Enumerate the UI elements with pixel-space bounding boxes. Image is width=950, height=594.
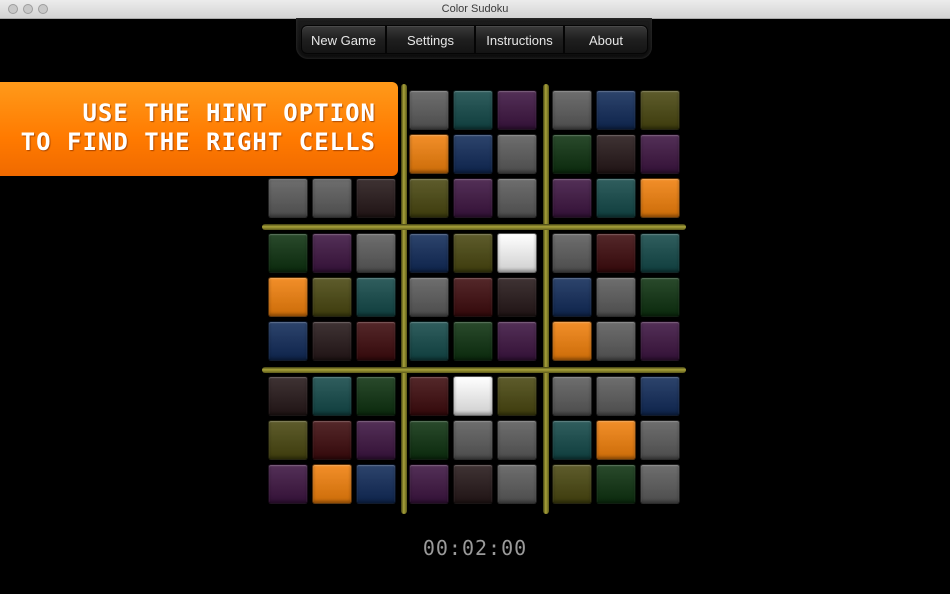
board-cell[interactable]: [497, 90, 537, 130]
board-cell[interactable]: [268, 376, 308, 416]
board-cell[interactable]: [640, 464, 680, 504]
board-cell[interactable]: [409, 90, 449, 130]
board-cell[interactable]: [312, 321, 352, 361]
game-timer: 00:02:00: [422, 536, 528, 560]
board-cell[interactable]: [268, 178, 308, 218]
board-cell[interactable]: [312, 464, 352, 504]
board-cell[interactable]: [453, 134, 493, 174]
board-cell[interactable]: [453, 464, 493, 504]
board-cell[interactable]: [453, 178, 493, 218]
board-cell[interactable]: [497, 233, 537, 273]
board-cell[interactable]: [497, 420, 537, 460]
board-cell[interactable]: [596, 376, 636, 416]
hint-banner: USE THE HINT OPTION TO FIND THE RIGHT CE…: [0, 82, 398, 176]
board-cell[interactable]: [312, 376, 352, 416]
board-cell[interactable]: [596, 277, 636, 317]
board-cell[interactable]: [497, 277, 537, 317]
board-cell[interactable]: [453, 277, 493, 317]
board-cell[interactable]: [552, 178, 592, 218]
bamboo-divider-horizontal: [262, 367, 686, 373]
board-cell[interactable]: [356, 178, 396, 218]
board-cell[interactable]: [268, 277, 308, 317]
board-cell[interactable]: [640, 134, 680, 174]
board-cell[interactable]: [453, 321, 493, 361]
board-cell[interactable]: [596, 464, 636, 504]
board-cell[interactable]: [596, 90, 636, 130]
board-cell[interactable]: [497, 178, 537, 218]
board-cell[interactable]: [356, 233, 396, 273]
new-game-button[interactable]: New Game: [301, 25, 386, 54]
board-cell[interactable]: [640, 178, 680, 218]
board-cell[interactable]: [453, 233, 493, 273]
title-bar: Color Sudoku: [0, 0, 950, 19]
board-cell[interactable]: [356, 420, 396, 460]
board-cell[interactable]: [268, 233, 308, 273]
instructions-button[interactable]: Instructions: [475, 25, 564, 54]
board-cell[interactable]: [552, 321, 592, 361]
board-cell[interactable]: [497, 321, 537, 361]
settings-button[interactable]: Settings: [386, 25, 475, 54]
board-cell[interactable]: [409, 321, 449, 361]
bamboo-divider-vertical: [401, 84, 407, 514]
board-cell[interactable]: [312, 277, 352, 317]
board-cell[interactable]: [552, 277, 592, 317]
board-cell[interactable]: [640, 90, 680, 130]
board-cell[interactable]: [552, 90, 592, 130]
hint-text-line-1: USE THE HINT OPTION: [82, 99, 376, 127]
board-cell[interactable]: [268, 464, 308, 504]
board-cell[interactable]: [312, 233, 352, 273]
board-cell[interactable]: [640, 376, 680, 416]
board-cell[interactable]: [453, 376, 493, 416]
board-cell[interactable]: [497, 134, 537, 174]
board-cell[interactable]: [409, 277, 449, 317]
board-cell[interactable]: [409, 233, 449, 273]
board-cell[interactable]: [453, 420, 493, 460]
board-cell[interactable]: [497, 464, 537, 504]
bamboo-divider-vertical: [543, 84, 549, 514]
main-menu: New Game Settings Instructions About: [296, 18, 652, 59]
board-cell[interactable]: [497, 376, 537, 416]
board-cell[interactable]: [640, 277, 680, 317]
board-cell[interactable]: [356, 376, 396, 416]
board-cell[interactable]: [268, 420, 308, 460]
board-cell[interactable]: [356, 321, 396, 361]
hint-text-line-2: TO FIND THE RIGHT CELLS: [20, 128, 376, 156]
board-cell[interactable]: [552, 420, 592, 460]
board-cell[interactable]: [409, 376, 449, 416]
board-cell[interactable]: [409, 178, 449, 218]
board-cell[interactable]: [356, 464, 396, 504]
board-cell[interactable]: [596, 178, 636, 218]
board-cell[interactable]: [552, 464, 592, 504]
board-cell[interactable]: [596, 233, 636, 273]
board-cell[interactable]: [356, 277, 396, 317]
board-cell[interactable]: [640, 321, 680, 361]
board-cell[interactable]: [312, 420, 352, 460]
board-cell[interactable]: [596, 134, 636, 174]
board-cell[interactable]: [312, 178, 352, 218]
board-cell[interactable]: [453, 90, 493, 130]
board-cell[interactable]: [552, 233, 592, 273]
board-cell[interactable]: [409, 134, 449, 174]
board-cell[interactable]: [640, 420, 680, 460]
bamboo-divider-horizontal: [262, 224, 686, 230]
board-cell[interactable]: [596, 420, 636, 460]
board-cell[interactable]: [552, 134, 592, 174]
board-cell[interactable]: [268, 321, 308, 361]
board-cell[interactable]: [552, 376, 592, 416]
board-cell[interactable]: [409, 420, 449, 460]
window-title: Color Sudoku: [441, 3, 509, 15]
board-cell[interactable]: [409, 464, 449, 504]
board-cell[interactable]: [596, 321, 636, 361]
board-cell[interactable]: [640, 233, 680, 273]
about-button[interactable]: About: [564, 25, 648, 54]
